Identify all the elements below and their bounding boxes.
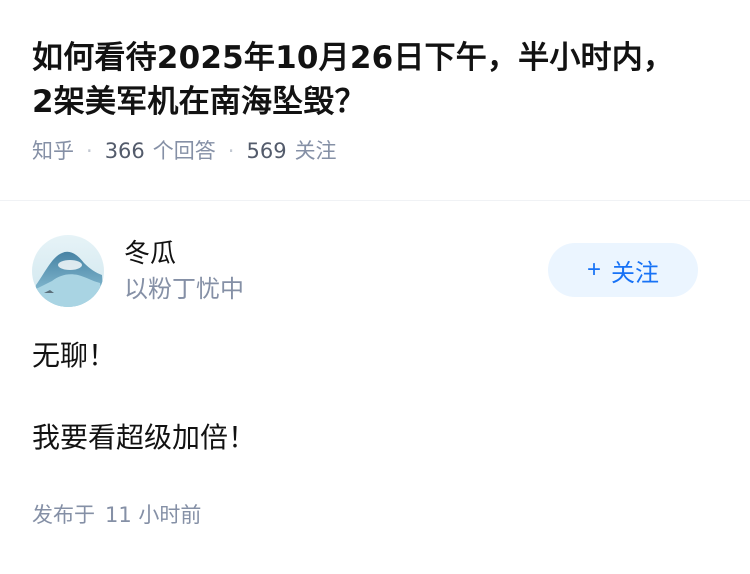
avatar[interactable] — [32, 235, 104, 307]
followers-label[interactable]: 关注 — [295, 136, 337, 166]
answers-label[interactable]: 个回答 — [153, 136, 216, 166]
author-info: 冬瓜 以粉丁忧中 — [124, 236, 244, 306]
posted-time: 发布于 11 小时前 — [32, 500, 718, 530]
answer-paragraph: 我要看超级加倍！ — [32, 421, 257, 454]
avatar-image — [32, 235, 104, 307]
meta-separator: · — [86, 139, 93, 163]
answers-count: 366 — [104, 139, 145, 163]
answer-card: 冬瓜 以粉丁忧中 + 关注 无聊！ 我要看超级加倍！ 发布于 11 小时前 — [0, 234, 750, 530]
follow-button[interactable]: + 关注 — [548, 243, 698, 297]
section-divider — [0, 200, 750, 201]
author-row: 冬瓜 以粉丁忧中 + 关注 — [32, 234, 718, 308]
question-header: 如何看待2025年10月26日下午，半小时内，2架美军机在南海坠毁？ 知乎 · … — [0, 0, 750, 166]
author-bio: 以粉丁忧中 — [124, 275, 244, 303]
meta-separator: · — [227, 139, 235, 163]
answer-content: 无聊！ 我要看超级加倍！ — [32, 336, 718, 458]
follow-label: 关注 — [611, 259, 659, 287]
author-name[interactable]: 冬瓜 — [124, 236, 244, 272]
question-title[interactable]: 如何看待2025年10月26日下午，半小时内，2架美军机在南海坠毁？ — [32, 36, 692, 124]
plus-icon: + — [586, 256, 601, 283]
answer-paragraph: 无聊！ — [32, 339, 117, 372]
question-meta: 知乎 · 366 个回答 · 569 关注 — [32, 136, 718, 166]
followers-count: 569 — [246, 139, 287, 163]
source-label[interactable]: 知乎 — [32, 136, 74, 166]
posted-time-value: 11 小时前 — [105, 503, 202, 527]
posted-prefix: 发布于 — [32, 503, 95, 527]
